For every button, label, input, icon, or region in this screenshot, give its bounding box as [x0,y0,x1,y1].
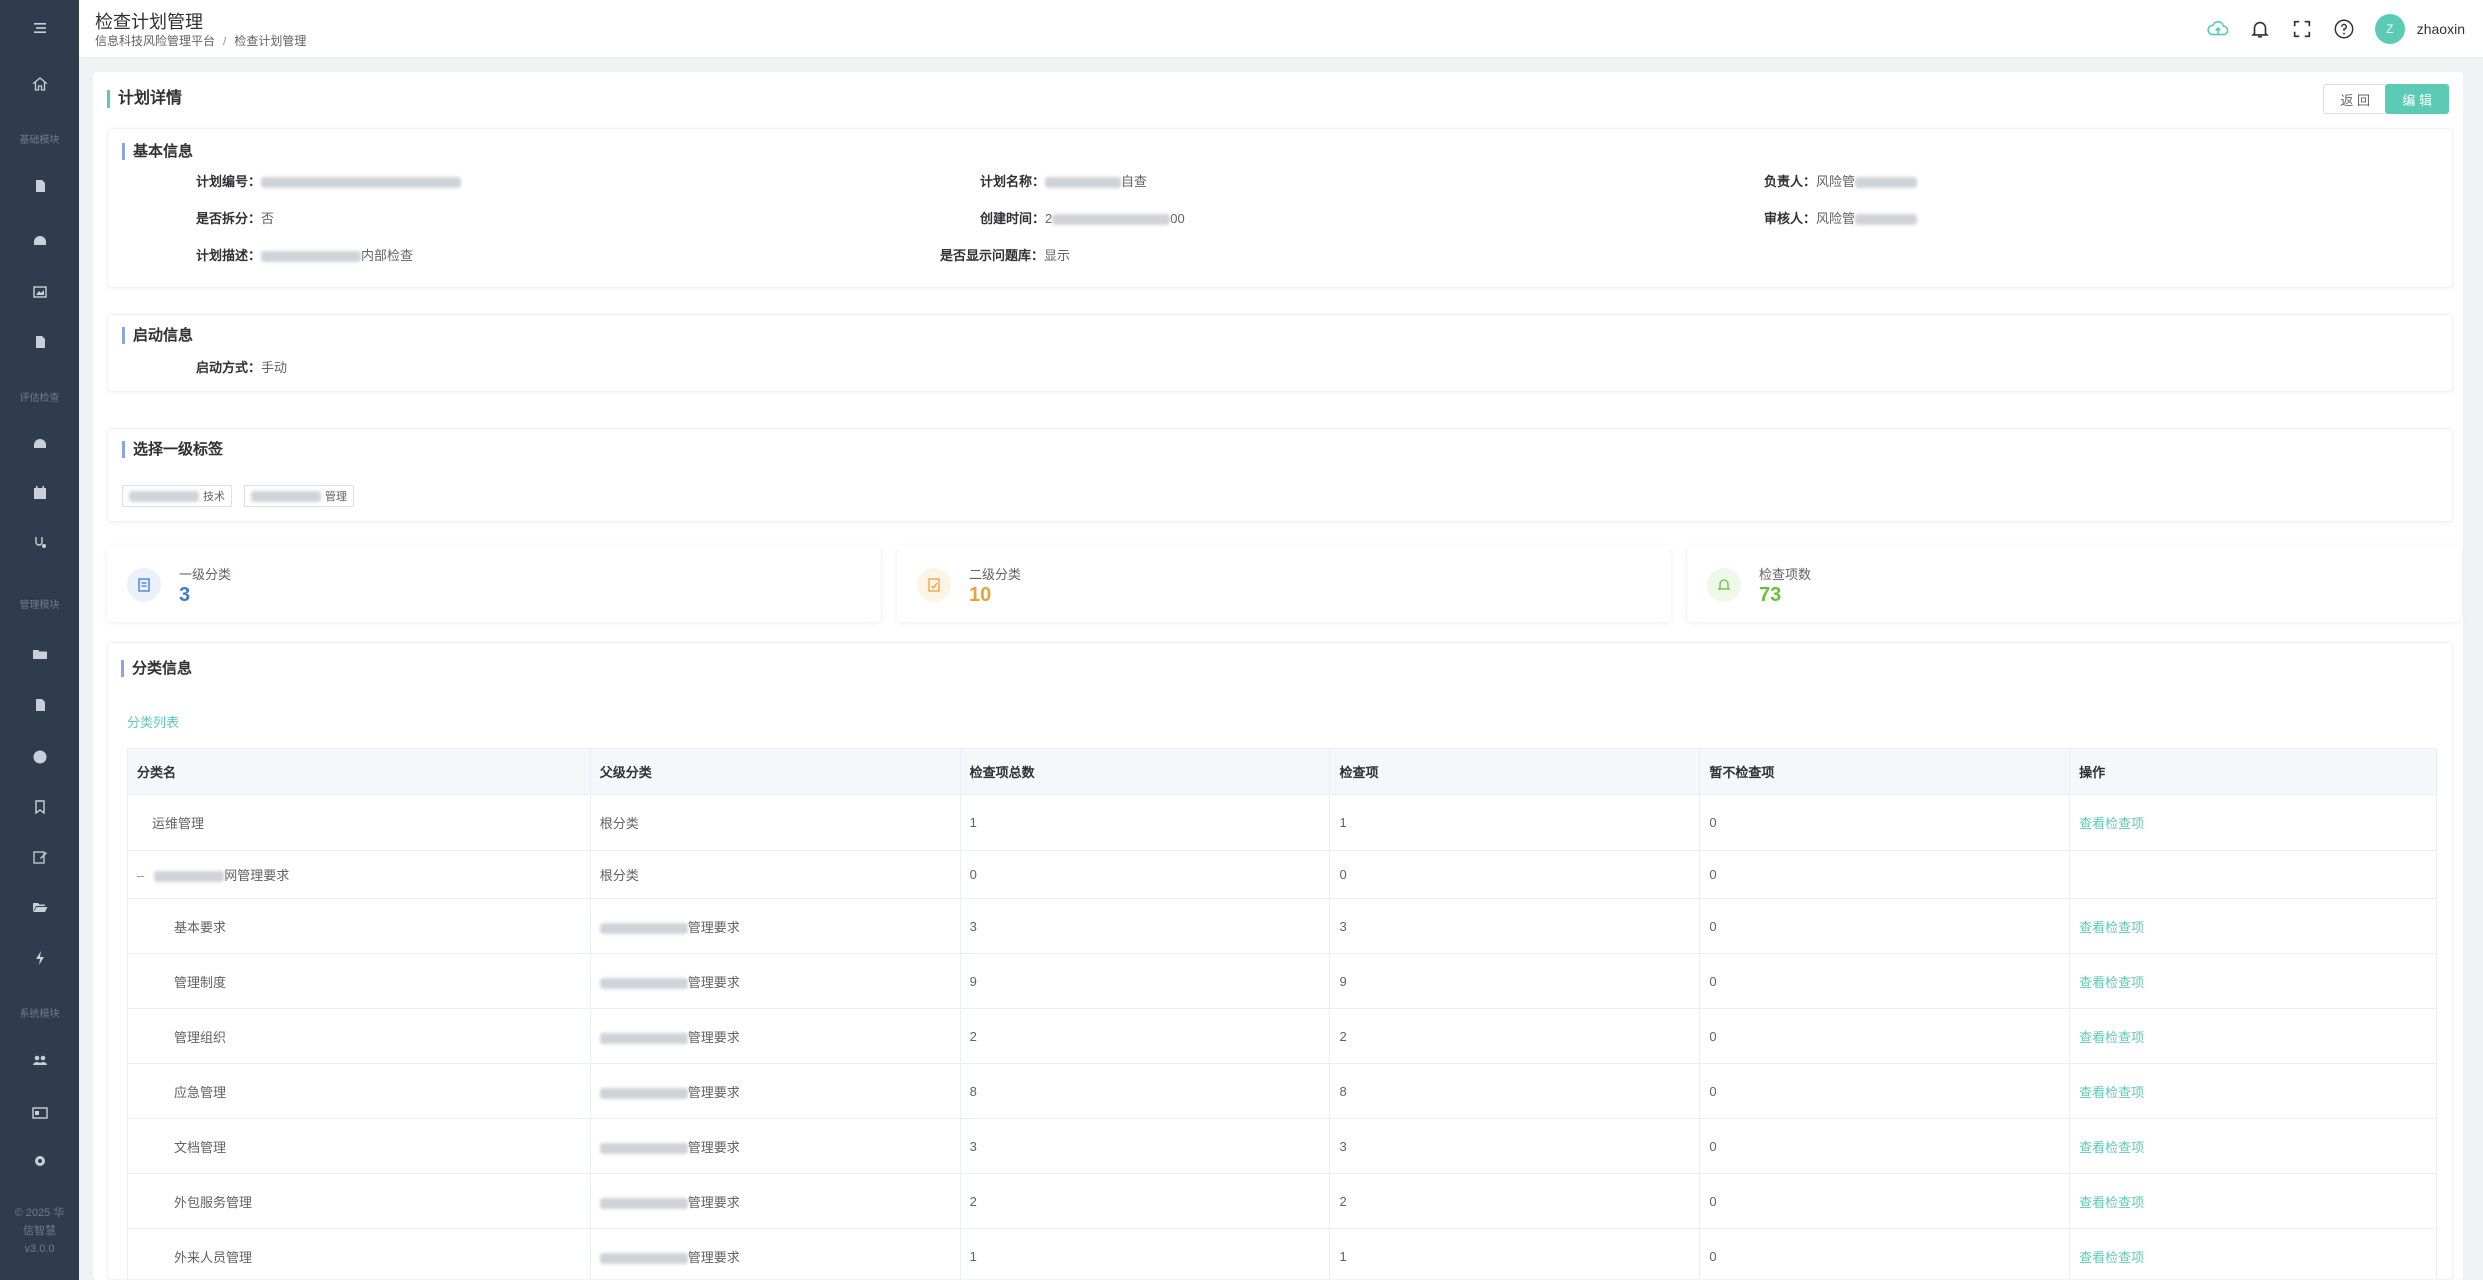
launch-mode-field: 启动方式：手动 [196,360,288,375]
username[interactable]: zhaoxin [2417,21,2465,37]
col-header: 暂不检查项 [1699,748,2071,795]
home-icon[interactable] [0,64,79,104]
view-items-link[interactable]: 查看检查项 [2079,1195,2144,1210]
category-title: 分类信息 [121,660,192,677]
edit-button[interactable]: 编 辑 [2385,84,2449,114]
table-row: 运维管理 根分类 1 1 0 查看检查项 [127,794,2437,851]
breadcrumb-item[interactable]: 信息科技风险管理平台 [95,34,215,48]
owner-field: 负责人：风险管 [1764,171,1918,190]
view-items-link[interactable]: 查看检查项 [2079,975,2144,990]
table-row: 外来人员管理 管理要求 1 1 0 查看检查项 [127,1228,2437,1280]
view-items-link[interactable]: 查看检查项 [2079,816,2144,831]
category-list-tab[interactable]: 分类列表 [127,712,179,731]
table-row: 外包服务管理 管理要求 2 2 0 查看检查项 [127,1173,2437,1229]
document-icon[interactable] [0,166,79,206]
category-table: 分类名 父级分类 检查项总数 检查项 暂不检查项 操作 运维管理 根分类 1 1… [127,748,2437,1280]
sidebar-group-label: 基础模块 [19,135,60,146]
plan-detail-card: 计划详情 返 回 编 辑 基本信息 计划编号： 计划名称： 自查 负责人：风险管 … [93,72,2463,1280]
sidebar: 基础模块 评估检查 管理模块 系统模块 © 2025 华 信智慧 v3.0.0 [0,0,79,1280]
stat-value: 10 [969,584,992,606]
fullscreen-icon[interactable] [2291,18,2313,40]
calendar-icon[interactable] [0,473,79,513]
dashboard-icon[interactable] [0,221,79,261]
stat-items-icon [1707,568,1741,602]
bell-icon[interactable] [2249,18,2271,40]
table-row: – 网管理要求 根分类 0 0 0 [127,850,2437,899]
back-button[interactable]: 返 回 [2323,84,2387,114]
view-items-link[interactable]: 查看检查项 [2079,920,2144,935]
sidebar-group-label: 管理模块 [19,600,60,611]
stethoscope-icon[interactable] [0,523,79,563]
view-items-link[interactable]: 查看检查项 [2079,1140,2144,1155]
view-items-link[interactable]: 查看检查项 [2079,1085,2144,1100]
bolt-icon[interactable] [0,938,79,978]
breadcrumb-item: 检查计划管理 [234,34,307,48]
avatar[interactable]: Z [2374,14,2405,44]
view-items-link[interactable]: 查看检查项 [2079,1250,2144,1265]
stat-card-level2: 二级分类 10 [897,546,1671,622]
table-row: 管理组织 管理要求 2 2 0 查看检查项 [127,1008,2437,1064]
table-header-row: 分类名 父级分类 检查项总数 检查项 暂不检查项 操作 [127,748,2437,795]
gauge-icon[interactable] [0,424,79,464]
collapse-icon[interactable]: – [137,868,144,883]
stat-value: 3 [179,584,191,606]
col-header: 检查项总数 [959,748,1331,795]
description-field: 计划描述： 内部检查 [196,248,414,263]
topbar: 检查计划管理 信息科技风险管理平台 / 检查计划管理 Z zhaoxin [79,0,2483,58]
table-row: 文档管理 管理要求 3 3 0 查看检查项 [127,1118,2437,1174]
breadcrumb: 信息科技风险管理平台 / 检查计划管理 [95,34,307,48]
created-time-field: 创建时间：2 00 [980,211,1185,226]
help-icon[interactable] [2333,18,2355,40]
plan-no-field: 计划编号： [196,171,462,190]
tag-item[interactable]: 管理 [244,485,354,507]
table-row: 管理制度 管理要求 9 9 0 查看检查项 [127,953,2437,1009]
plan-name-field: 计划名称： 自查 [980,174,1148,189]
tags-title: 选择一级标签 [122,441,223,458]
folder-icon[interactable] [0,634,79,674]
stat-label: 检查项数 [1759,567,1812,582]
show-question-bank-field: 是否显示问题库：显示 [940,248,1071,263]
stat-card-items: 检查项数 73 [1687,546,2461,622]
stat-label: 一级分类 [179,567,232,582]
basic-info-title: 基本信息 [122,143,193,160]
cloud-upload-icon[interactable] [2207,18,2229,40]
users-icon[interactable] [0,1040,79,1080]
reviewer-field: 审核人：风险管 [1764,208,1918,227]
col-header: 分类名 [127,748,591,795]
stat-level2-icon [917,568,951,602]
table-row: 基本要求 管理要求 3 3 0 查看检查项 [127,898,2437,954]
col-header: 操作 [2069,748,2437,795]
launch-info-title: 启动信息 [122,327,193,344]
question-icon[interactable] [0,737,79,777]
plan-detail-title: 计划详情 [107,90,182,108]
split-field: 是否拆分：否 [196,211,275,226]
basic-info-section: 基本信息 计划编号： 计划名称： 自查 负责人：风险管 是否拆分：否 创建时间：2… [107,128,2453,288]
page-title: 检查计划管理 [95,12,203,32]
gear-icon[interactable] [0,1141,79,1181]
table-row: 应急管理 管理要求 8 8 0 查看检查项 [127,1063,2437,1119]
folder-open-icon[interactable] [0,887,79,927]
tag-item[interactable]: 技术 [122,485,232,507]
file-text-icon[interactable] [0,322,79,362]
bookmark-icon[interactable] [0,787,79,827]
sidebar-group-label: 系统模块 [19,1009,60,1020]
edit-icon[interactable] [0,837,79,877]
col-header: 检查项 [1329,748,1701,795]
image-icon[interactable] [0,272,79,312]
stat-card-level1: 一级分类 3 [107,546,881,622]
col-header: 父级分类 [589,748,961,795]
stat-value: 73 [1759,584,1782,606]
id-card-icon[interactable] [0,1093,79,1133]
file-icon[interactable] [0,685,79,725]
stat-label: 二级分类 [969,567,1022,582]
view-items-link[interactable]: 查看检查项 [2079,1030,2144,1045]
stat-level1-icon [127,568,161,602]
sidebar-footer: © 2025 华 信智慧 v3.0.0 [14,1207,65,1255]
menu-toggle-icon[interactable] [0,8,79,48]
sidebar-group-label: 评估检查 [19,393,60,404]
launch-info-section: 启动信息 启动方式：手动 [107,314,2453,392]
tags-section: 选择一级标签 技术 管理 [107,428,2453,522]
